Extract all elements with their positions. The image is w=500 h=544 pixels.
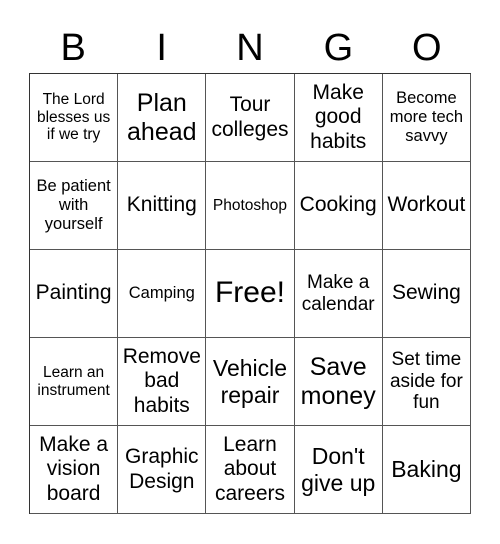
- header-letter-b: B: [60, 27, 86, 69]
- bingo-cell: Cooking: [294, 162, 383, 250]
- bingo-cell: Sewing: [382, 250, 471, 338]
- bingo-cell: Don't give up: [294, 426, 383, 514]
- bingo-cell: Become more tech savvy: [382, 74, 471, 162]
- header-letter-o: O: [412, 27, 442, 69]
- bingo-cell: Workout: [382, 162, 471, 250]
- bingo-cell: Tour colleges: [206, 74, 295, 162]
- bingo-cell: Remove bad habits: [118, 338, 207, 426]
- bingo-cell: Learn about careers: [206, 426, 295, 514]
- bingo-cell: Painting: [30, 250, 119, 338]
- bingo-cell: Be patient with yourself: [30, 162, 119, 250]
- bingo-cell: Make a vision board: [30, 426, 119, 514]
- header-letter-g: G: [323, 27, 354, 69]
- header-letter-i: I: [156, 27, 167, 69]
- bingo-cell-free: Free!: [206, 250, 295, 338]
- bingo-cell: Plan ahead: [118, 74, 207, 162]
- bingo-cell: The Lord blesses us if we try: [30, 74, 119, 162]
- bingo-cell: Make good habits: [294, 74, 383, 162]
- bingo-cell: Camping: [118, 250, 207, 338]
- header-letter-n: N: [236, 27, 264, 69]
- bingo-cell: Save money: [294, 338, 383, 426]
- bingo-grid: The Lord blesses us if we try Plan ahead…: [29, 73, 471, 514]
- bingo-cell: Knitting: [118, 162, 207, 250]
- bingo-header: B I N G O: [29, 22, 471, 74]
- bingo-cell: Vehicle repair: [206, 338, 295, 426]
- bingo-cell: Graphic Design: [118, 426, 207, 514]
- bingo-cell: Make a calendar: [294, 250, 383, 338]
- bingo-cell: Learn an instrument: [30, 338, 119, 426]
- bingo-cell: Photoshop: [206, 162, 295, 250]
- bingo-cell: Set time aside for fun: [382, 338, 471, 426]
- bingo-cell: Baking: [382, 426, 471, 514]
